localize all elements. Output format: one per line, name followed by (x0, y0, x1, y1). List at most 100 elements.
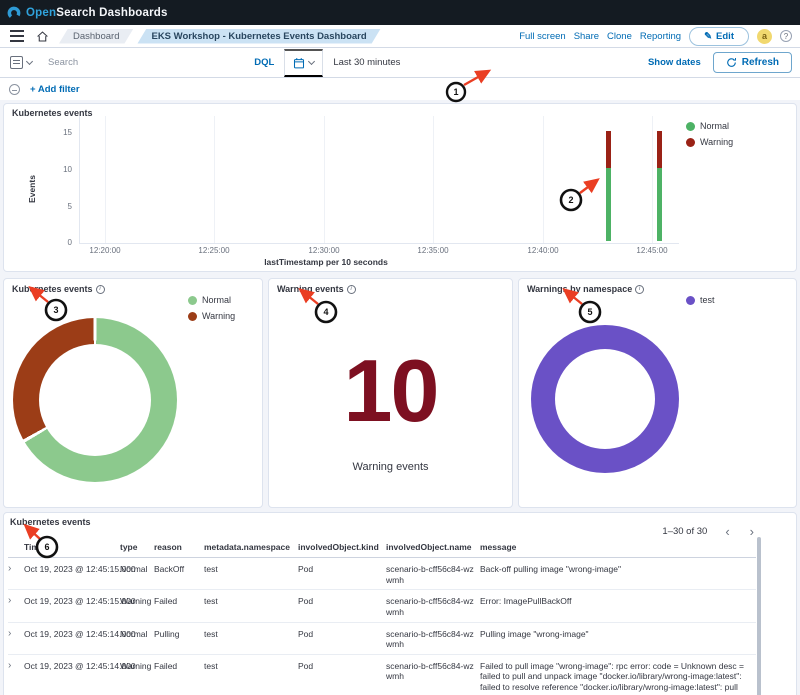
x-tick: 12:40:00 (527, 246, 558, 255)
x-tick: 12:45:00 (636, 246, 667, 255)
warning-legend-dot (188, 312, 197, 321)
pie-legend: test (686, 295, 715, 305)
gridline (543, 116, 544, 243)
col-reason[interactable]: reason (154, 539, 204, 557)
add-filter-button[interactable]: + Add filter (30, 84, 80, 95)
saved-query-icon (10, 56, 23, 69)
expand-row-icon[interactable]: › (8, 623, 24, 643)
warning-legend-dot (686, 138, 695, 147)
prev-page-icon[interactable]: ‹ (723, 525, 731, 538)
col-name[interactable]: involvedObject.name (386, 539, 480, 557)
events-donut-chart[interactable] (13, 318, 177, 482)
menu-icon[interactable] (8, 33, 26, 39)
normal-bar-segment[interactable] (657, 168, 662, 241)
panel-title[interactable]: Warning eventsi (277, 284, 356, 294)
refresh-button[interactable]: Refresh (713, 52, 792, 73)
avatar[interactable]: a (757, 29, 772, 44)
normal-legend-dot (188, 296, 197, 305)
panel-title[interactable]: Warnings by namespacei (527, 284, 644, 294)
gridline (324, 116, 325, 243)
legend-item-normal[interactable]: Normal (188, 295, 235, 305)
panel-title[interactable]: Kubernetes events (12, 108, 93, 118)
refresh-icon (726, 57, 737, 68)
share-link[interactable]: Share (574, 31, 599, 42)
nav-bar: Dashboard EKS Workshop - Kubernetes Even… (0, 25, 800, 48)
opensearch-dashboards-app: OpenSearch Dashboards Dashboard EKS Work… (0, 0, 800, 695)
table-row: › Oct 19, 2023 @ 12:45:15.000 Warning Fa… (8, 590, 756, 622)
home-icon[interactable] (34, 28, 51, 45)
legend-item-warning[interactable]: Warning (686, 137, 733, 147)
pagination-range: 1–30 of 30 (662, 526, 707, 537)
panel-title[interactable]: Kubernetes eventsi (12, 284, 105, 294)
col-type[interactable]: type (120, 539, 154, 557)
table-row: › Oct 19, 2023 @ 12:45:15.000 Normal Bac… (8, 558, 756, 590)
pencil-icon: ✎ (704, 31, 712, 42)
edit-button[interactable]: ✎ Edit (689, 27, 749, 46)
normal-bar-segment[interactable] (606, 168, 611, 241)
donut-hole (555, 349, 655, 449)
panel-title[interactable]: Kubernetes events (10, 517, 91, 527)
legend-item-test[interactable]: test (686, 295, 715, 305)
panel-kubernetes-events-table: Kubernetes events 1–30 of 30 ‹ › Time ty… (3, 512, 797, 695)
dql-button[interactable]: DQL (254, 57, 274, 68)
date-picker-button[interactable] (284, 49, 323, 77)
opensearch-logo-icon (7, 6, 21, 20)
panel-warnings-by-namespace: Warnings by namespacei test (518, 278, 797, 508)
x-tick: 12:25:00 (198, 246, 229, 255)
warning-bar-segment[interactable] (606, 131, 611, 168)
calendar-icon (293, 57, 305, 69)
table-row: › Oct 19, 2023 @ 12:45:14.000 Warning Fa… (8, 655, 756, 695)
panel-kubernetes-events-pie: Kubernetes eventsi Normal Warning (3, 278, 263, 508)
legend-item-normal[interactable]: Normal (686, 121, 733, 131)
info-icon[interactable]: i (96, 285, 105, 294)
help-icon[interactable]: ? (780, 30, 792, 42)
pagination: 1–30 of 30 ‹ › (662, 525, 756, 538)
col-kind[interactable]: involvedObject.kind (298, 539, 386, 557)
stacked-bar[interactable] (606, 131, 611, 241)
stacked-bar[interactable] (657, 131, 662, 241)
breadcrumb-dashboard[interactable]: Dashboard (59, 29, 133, 44)
info-icon[interactable]: i (347, 285, 356, 294)
clone-link[interactable]: Clone (607, 31, 632, 42)
reporting-link[interactable]: Reporting (640, 31, 681, 42)
x-tick: 12:30:00 (308, 246, 339, 255)
x-axis-line (79, 243, 679, 244)
legend-item-warning[interactable]: Warning (188, 311, 235, 321)
x-tick: 12:20:00 (89, 246, 120, 255)
expand-row-icon[interactable]: › (8, 558, 24, 578)
gridline (105, 116, 106, 243)
filter-bar: + Add filter (0, 79, 800, 100)
next-page-icon[interactable]: › (748, 525, 756, 538)
gridline (652, 116, 653, 243)
search-input[interactable]: Search (48, 57, 254, 68)
metric-label: Warning events (269, 461, 512, 473)
test-legend-dot (686, 296, 695, 305)
y-tick: 5 (52, 202, 72, 211)
filter-circle-icon[interactable] (9, 84, 20, 95)
col-namespace[interactable]: metadata.namespace (204, 539, 298, 557)
expand-row-icon[interactable]: › (8, 590, 24, 610)
top-brand-bar: OpenSearch Dashboards (0, 0, 800, 25)
col-time[interactable]: Time (24, 539, 120, 557)
expand-row-icon[interactable]: › (8, 655, 24, 675)
pie-legend: Normal Warning (188, 295, 235, 321)
chart-legend: Normal Warning (686, 121, 733, 147)
info-icon[interactable]: i (635, 285, 644, 294)
events-table: Time type reason metadata.namespace invo… (8, 539, 756, 695)
y-tick: 15 (52, 128, 72, 137)
query-bar: Search DQL Last 30 minutes Show dates Re… (0, 48, 800, 78)
table-scrollbar[interactable] (757, 537, 761, 695)
dashboard-content: Kubernetes events Events 15 10 5 0 12:20… (0, 100, 800, 695)
y-axis-line (79, 116, 80, 243)
namespace-donut-chart[interactable] (531, 325, 679, 473)
col-message[interactable]: message (480, 539, 756, 557)
query-language-selector[interactable] (8, 54, 34, 71)
show-dates-button[interactable]: Show dates (648, 57, 701, 68)
table-header-row: Time type reason metadata.namespace invo… (8, 539, 756, 558)
table-row: › Oct 19, 2023 @ 12:45:14.000 Normal Pul… (8, 623, 756, 655)
breadcrumb-current-dashboard[interactable]: EKS Workshop - Kubernetes Events Dashboa… (137, 29, 380, 44)
time-range-value[interactable]: Last 30 minutes (333, 57, 400, 68)
panel-kubernetes-events-histogram: Kubernetes events Events 15 10 5 0 12:20… (3, 103, 797, 272)
warning-bar-segment[interactable] (657, 131, 662, 168)
full-screen-link[interactable]: Full screen (519, 31, 565, 42)
